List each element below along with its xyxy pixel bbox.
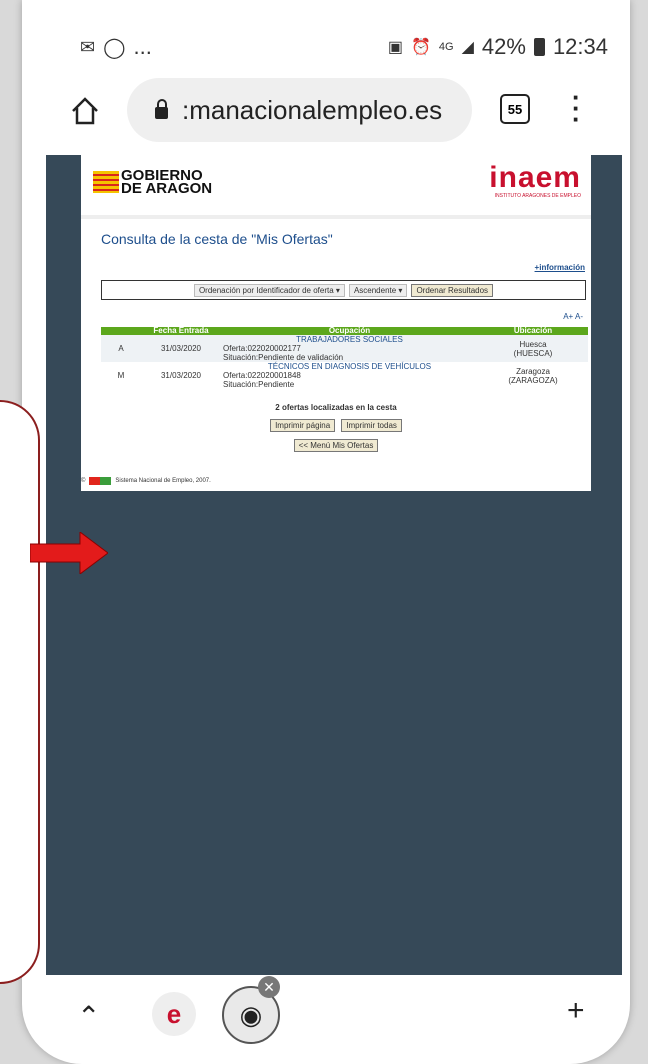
red-arrow-icon [30, 532, 108, 574]
bottom-bar: ⌃ e ◉ ✕ + [22, 976, 630, 1064]
occupation-link[interactable]: TRABAJADORES SOCIALES [223, 335, 476, 344]
new-tab-icon[interactable]: + [567, 994, 585, 1028]
page-title: Consulta de la cesta de "Mis Ofertas" [101, 231, 333, 247]
results-count: 2 ofertas localizadas en la cesta [275, 403, 397, 412]
location-city: Huesca [519, 339, 547, 349]
table-header: Fecha Entrada [141, 327, 221, 335]
row-date: 31/03/2020 [141, 335, 221, 362]
gobierno-logo[interactable]: GOBIERNO DE ARAGON [93, 168, 213, 197]
footer-text: Sistema Nacional de Empleo, 2007. [115, 478, 211, 484]
battery-text: 42% [481, 34, 526, 59]
status-bar: ✉ ◯ ... ▣ ⏰ 4G ◢ 42% 12:34 [22, 0, 630, 90]
page-header: GOBIERNO DE ARAGON inaem INSTITUTO ARAGO… [81, 155, 591, 219]
aragon-flag-icon [93, 171, 119, 193]
chevron-up-icon[interactable]: ⌃ [77, 1000, 100, 1033]
font-size-links[interactable]: A+ A- [563, 312, 583, 321]
offer-status: Situación:Pendiente [223, 380, 295, 389]
url-text: :manacionalempleo.es [182, 94, 443, 125]
location-province: (ZARAGOZA) [508, 375, 558, 385]
print-all-button[interactable]: Imprimir todas [341, 419, 402, 432]
row-occupation-cell: TRABAJADORES SOCIALES Oferta:02202000217… [221, 335, 478, 362]
whatsapp-icon: ◯ [103, 36, 126, 59]
overflow-menu-icon[interactable]: · · · [572, 84, 581, 132]
annotation-outline [0, 400, 40, 984]
sim-icon: ▣ [387, 39, 403, 56]
info-link[interactable]: +información [535, 263, 585, 272]
direction-select[interactable]: Ascendente ▾ [348, 283, 408, 297]
inaem-logo-text: inaem [489, 161, 581, 194]
table-header [101, 327, 141, 335]
network-label: 4G [438, 41, 454, 53]
row-mark: A [101, 335, 141, 362]
address-bar[interactable]: :manacionalempleo.es [127, 78, 472, 142]
sne-logo-icon [89, 477, 112, 485]
print-buttons: Imprimir página Imprimir todas [81, 419, 591, 432]
battery-icon [533, 38, 545, 56]
inaem-tab-icon[interactable]: e [152, 992, 196, 1036]
tab-switcher-button[interactable]: 55 [500, 94, 530, 124]
row-location: Huesca (HUESCA) [478, 335, 588, 362]
page-footer: © Sistema Nacional de Empleo, 2007. [81, 477, 211, 485]
lock-icon [155, 99, 168, 119]
table-row[interactable]: M 31/03/2020 TÉCNICOS EN DIAGNOSIS DE VE… [101, 362, 588, 389]
row-occupation-cell: TÉCNICOS EN DIAGNOSIS DE VEHÍCULOS Ofert… [221, 362, 478, 389]
inaem-logo[interactable]: inaem INSTITUTO ARAGONES DE EMPLEO [489, 161, 581, 200]
status-ellipsis: ... [133, 34, 152, 59]
home-icon[interactable] [70, 96, 100, 126]
table-row[interactable]: A 31/03/2020 TRABAJADORES SOCIALES Ofert… [101, 335, 588, 362]
offer-id: Oferta:022020002177 [223, 344, 301, 353]
row-date: 31/03/2020 [160, 371, 202, 380]
browser-toolbar: :manacionalempleo.es 55 · · · [22, 78, 630, 148]
web-content: GOBIERNO DE ARAGON inaem INSTITUTO ARAGO… [46, 155, 622, 975]
notification-icon: ✉ [80, 36, 96, 57]
clock: 12:34 [552, 34, 608, 59]
alarm-icon: ⏰ [410, 39, 431, 56]
location-province: (HUESCA) [513, 348, 553, 358]
location-city: Zaragoza [516, 366, 550, 376]
offer-status: Situación:Pendiente de validación [223, 353, 344, 362]
close-icon[interactable]: ✕ [258, 976, 280, 998]
order-by-value: Ordenación por Identificador de oferta [198, 285, 334, 295]
offer-id: Oferta:022020001848 [223, 371, 301, 380]
copyright-icon: © [81, 478, 86, 484]
table-header: Ocupación [221, 327, 478, 335]
gobierno-line2: DE ARAGON [121, 180, 213, 197]
sort-submit-button[interactable]: Ordenar Resultados [411, 283, 494, 297]
occupation-link[interactable]: TÉCNICOS EN DIAGNOSIS DE VEHÍCULOS [223, 362, 476, 371]
back-to-menu-button[interactable]: << Menú Mis Ofertas [293, 439, 379, 452]
print-page-button[interactable]: Imprimir página [270, 419, 336, 432]
row-location: Zaragoza (ZARAGOZA) [478, 362, 588, 389]
back-button-row: << Menú Mis Ofertas [81, 439, 591, 452]
offers-table: Fecha Entrada Ocupación Ubicación A 31/0… [101, 327, 588, 389]
sort-form: Ordenación por Identificador de oferta ▾… [101, 280, 586, 300]
row-mark: M [117, 371, 125, 380]
direction-value: Ascendente [353, 285, 397, 295]
signal-icon: ◢ [461, 39, 474, 56]
table-header: Ubicación [478, 327, 588, 335]
order-by-select[interactable]: Ordenación por Identificador de oferta ▾ [193, 283, 345, 297]
inaem-logo-subtitle: INSTITUTO ARAGONES DE EMPLEO [494, 193, 581, 199]
web-page: GOBIERNO DE ARAGON inaem INSTITUTO ARAGO… [81, 155, 591, 491]
